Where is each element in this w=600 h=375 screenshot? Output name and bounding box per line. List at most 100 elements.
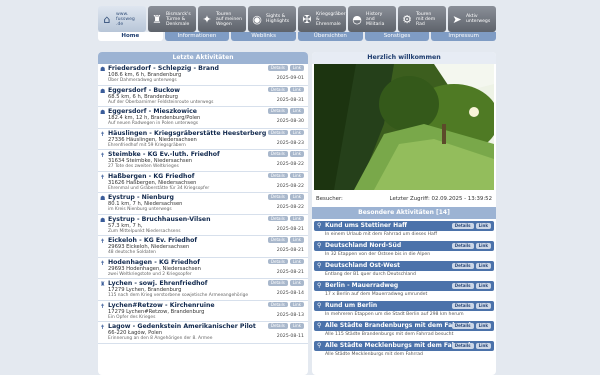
details-button[interactable]: Details [267,258,288,264]
details-button[interactable]: Details [451,223,474,229]
link-button[interactable]: Link [289,129,304,135]
details-button[interactable]: Details [451,323,474,329]
activity-type-icon: ☗ [100,195,106,202]
link-button[interactable]: Link [289,151,304,157]
activity-type-icon: ✝ [100,238,106,245]
special-activities-title: Besondere Aktivitäten [14] [312,207,496,219]
activity-item[interactable]: ♜ Lychen - sowj. Ehrenfriedhof 17279 Lyche… [98,279,308,301]
link-button[interactable]: Link [289,258,304,264]
special-activity-header: ⚲ Alle Städte Brandenburgs mit dem Fahrra… [314,321,494,331]
details-button[interactable]: Details [267,323,288,329]
activity-item[interactable]: ☗ Eggersdorf - Mieszkowice 182.4 km, 12 h,… [98,107,308,129]
last-access: Letzter Zugriff: 02.09.2025 - 13:39:52 [389,196,492,202]
special-activity-buttons: Details Link [451,323,491,329]
details-button[interactable]: Details [267,172,288,178]
activity-note: Erinnerung an den 8 Angehörigen der 8. A… [108,336,213,341]
special-activity-item[interactable]: ⚲ Deutschland Ost-West Details Link Entlang … [314,261,494,279]
special-activity-item[interactable]: ⚲ Rund um Berlin Details Link In mehreren Et… [314,301,494,319]
details-button[interactable]: Details [267,86,288,92]
top-tile-2[interactable]: ✦ Touren auf meinen Wegen [198,6,246,32]
map-pin-icon: ⚲ [317,342,322,349]
details-button[interactable]: Details [267,215,288,221]
link-button[interactable]: Link [475,243,491,249]
link-button[interactable]: Link [475,223,491,229]
activity-item[interactable]: ✝ Haßbergen - KG Friedhof 31626 Haßbergen,… [98,172,308,193]
special-activity-item[interactable]: ⚲ Alle Städte Brandenburgs mit dem Fahrra… [314,321,494,339]
top-tile-5[interactable]: ◓ History and Militaria [348,6,396,32]
details-button[interactable]: Details [451,263,474,269]
activity-item[interactable]: ✝ Lagow - Gedenkstein Amerikanischer Pilo… [98,322,308,344]
link-button[interactable]: Link [475,283,491,289]
activity-item[interactable]: ✝ Hodenhagen - KG Friedhof 29693 Hodenhage… [98,258,308,279]
top-tile-7[interactable]: ➤ Aktiv unterwegs [448,6,496,32]
nav-item-1[interactable]: Informationen [164,32,230,41]
special-activity-header: ⚲ Kund ums Stettiner Haff Details Link [314,221,494,231]
details-button[interactable]: Details [451,243,474,249]
special-activity-desc: In einem Urlaub mit dem Fahrrad um diese… [325,232,438,237]
special-activity-header: ⚲ Alle Städte Mecklenburgs mit dem Fahrra… [314,341,494,351]
activity-buttons: Details Link [267,129,304,135]
special-activity-title: Deutschland Nord-Süd [325,242,402,249]
special-activity-desc: Entlang der B1 quer durch Deutschland [325,272,416,277]
activity-item[interactable]: ☗ Eystrup - Bruchhausen-Vilsen 57.3 km, 7 … [98,215,308,236]
nav-item-5[interactable]: Impressum [431,32,497,41]
link-button[interactable]: Link [475,303,491,309]
activity-buttons: Details Link [267,301,304,307]
special-activity-title: Deutschland Ost-West [325,262,401,269]
link-button[interactable]: Link [289,280,304,286]
nav-item-3[interactable]: Übersichten [298,32,363,41]
activity-item[interactable]: ✝ Lychen#Retzow - Kirchenruine 17279 Lyche… [98,301,308,322]
link-button[interactable]: Link [475,263,491,269]
activity-item[interactable]: ✝ Steimbke - KG Ev.-luth. Friedhof 31634 S… [98,150,308,172]
link-button[interactable]: Link [289,86,304,92]
link-button[interactable]: Link [475,343,491,349]
details-button[interactable]: Details [267,151,288,157]
bicycle-icon: ⚙ [402,12,412,26]
special-activity-item[interactable]: ⚲ Kund ums Stettiner Haff Details Link In ei… [314,221,494,239]
special-activity-item[interactable]: ⚲ Berlin - Mauerradweg Details Link 17 x Ber… [314,281,494,299]
special-activity-title: Kund ums Stettiner Haff [325,222,408,229]
details-button[interactable]: Details [267,237,288,243]
nav-item-4[interactable]: Sonstiges [364,32,430,41]
activity-list: ☗ Friedersdorf - Schlepzig - Brand 108.6 k… [98,64,308,344]
top-tile-label: Bismarck's Türme & Denkmale [166,11,191,27]
details-button[interactable]: Details [267,65,288,71]
link-button[interactable]: Link [289,172,304,178]
activity-note: Zum Mittelpunkt Niedersachsens [108,228,181,234]
details-button[interactable]: Details [451,303,474,309]
link-button[interactable]: Link [289,194,304,200]
activity-item[interactable]: ✝ Eickeloh - KG Ev. Friedhof 29693 Eickelo… [98,236,308,258]
top-tile-0[interactable]: ⌂ www. fussweg .de [98,6,146,32]
top-tile-3[interactable]: ◉ Sights & Highlights [248,6,296,32]
activity-type-icon: ✝ [100,302,106,310]
link-button[interactable]: Link [289,65,304,71]
activity-buttons: Details Link [267,258,304,264]
details-button[interactable]: Details [451,343,474,349]
top-tile-1[interactable]: ♜ Bismarck's Türme & Denkmale [148,6,196,32]
link-button[interactable]: Link [289,237,304,243]
details-button[interactable]: Details [267,108,288,114]
link-button[interactable]: Link [475,323,491,329]
top-tile-4[interactable]: ✠ Kriegsgräber & Ehrenmale [298,6,346,32]
link-button[interactable]: Link [289,323,304,329]
details-button[interactable]: Details [267,301,288,307]
activity-item[interactable]: ☗ Friedersdorf - Schlepzig - Brand 108.6 k… [98,64,308,86]
special-activity-item[interactable]: ⚲ Deutschland Nord-Süd Details Link In 32 Et… [314,241,494,259]
activity-item[interactable]: ☗ Eggersdorf - Buckow 68.5 km, 6 h, Brande… [98,86,308,107]
link-button[interactable]: Link [289,108,304,114]
details-button[interactable]: Details [267,280,288,286]
activity-item[interactable]: ✝ Häuslingen - Kriegsgräberstätte Heester… [98,129,308,150]
details-button[interactable]: Details [451,283,474,289]
top-tile-6[interactable]: ⚙ Touren mit dem Rad [398,6,446,32]
details-button[interactable]: Details [267,194,288,200]
special-activity-item[interactable]: ⚲ Alle Städte Mecklenburgs mit dem Fahrra… [314,341,494,359]
activity-buttons: Details Link [267,65,304,71]
activity-item[interactable]: ☗ Eystrup - Nienburg 80.1 km, 7 h, Nieders… [98,193,308,215]
nav-item-2[interactable]: Weblinks [231,32,297,41]
link-button[interactable]: Link [289,301,304,307]
latest-activities-title: Letzte Aktivitäten [98,52,308,64]
visitors-label: Besucher: [316,196,343,202]
details-button[interactable]: Details [267,129,288,135]
nav-item-0[interactable]: Home [98,32,163,41]
link-button[interactable]: Link [289,215,304,221]
